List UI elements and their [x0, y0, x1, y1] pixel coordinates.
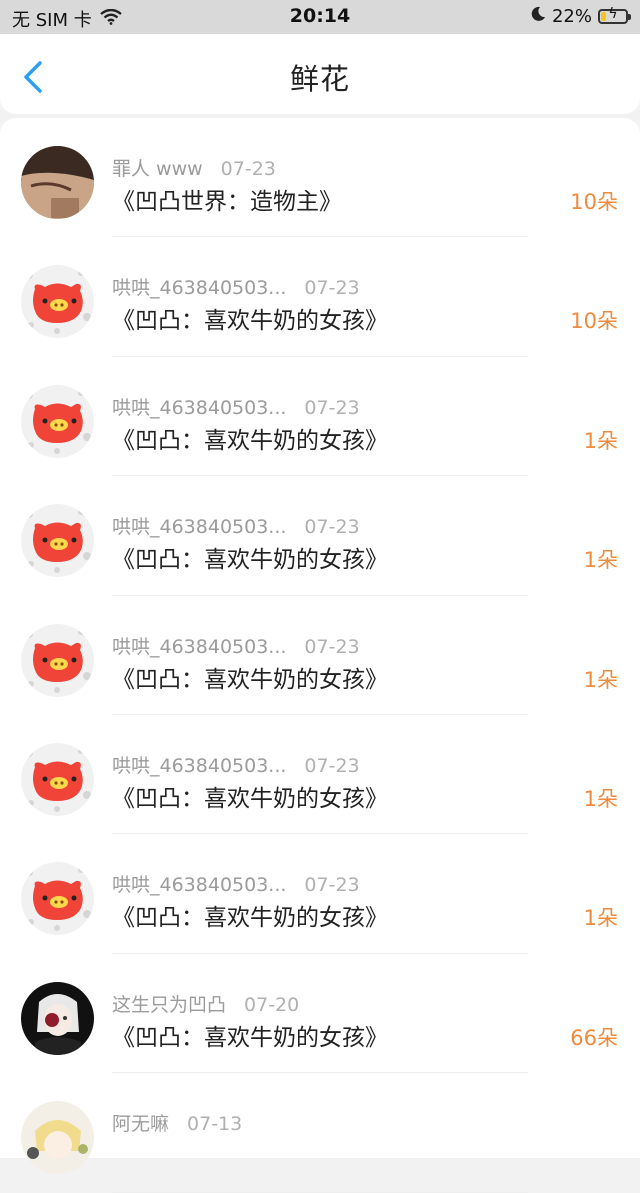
work-title: 《凹凸：喜欢牛奶的女孩》: [112, 785, 388, 812]
username: 哄哄_463840503...: [112, 635, 287, 658]
flower-count: 1朵: [583, 548, 618, 573]
moon-icon: [530, 6, 546, 27]
list-item[interactable]: 阿无嘛 07-13: [0, 1073, 640, 1193]
flower-count: 1朵: [583, 906, 618, 931]
meta-line: 哄哄_463840503... 07-23: [112, 751, 360, 778]
date: 07-23: [304, 516, 360, 539]
flower-count: 10朵: [570, 190, 618, 214]
meta-line: 阿无嘛 07-13: [112, 1109, 242, 1136]
flower-count: 1朵: [583, 667, 618, 692]
date: 07-23: [304, 754, 360, 777]
username: 哄哄_463840503...: [112, 396, 287, 419]
meta-line: 哄哄_463840503... 07-23: [112, 512, 360, 539]
flower-list: 罪人 www 07-23 《凹凸世界：造物主》 10朵 哄哄_463840503.…: [0, 118, 640, 1193]
meta-line: 哄哄_463840503... 07-23: [112, 870, 360, 897]
username: 哄哄_463840503...: [112, 754, 287, 777]
date: 07-13: [187, 1113, 243, 1136]
status-bar: 无 SIM 卡 20:14 22% ϟ: [0, 0, 640, 34]
username: 哄哄_463840503...: [112, 277, 287, 300]
date: 07-23: [304, 635, 360, 658]
meta-line: 哄哄_463840503... 07-23: [112, 273, 360, 300]
date: 07-23: [304, 396, 360, 419]
charging-bolt-icon: ϟ: [608, 6, 618, 22]
work-title: 《凹凸：喜欢牛奶的女孩》: [112, 547, 388, 574]
meta-line: 罪人 www 07-23: [112, 154, 276, 181]
avatar[interactable]: [21, 265, 94, 339]
meta-line: 哄哄_463840503... 07-23: [112, 393, 360, 420]
list-item[interactable]: 哄哄_463840503... 07-23 《凹凸：喜欢牛奶的女孩》 1朵: [0, 834, 640, 954]
work-title: 《凹凸：喜欢牛奶的女孩》: [112, 905, 388, 932]
date: 07-20: [244, 993, 300, 1016]
work-title: 《凹凸世界：造物主》: [112, 189, 342, 215]
nav-bar: 鲜花: [0, 34, 640, 114]
username: 罪人 www: [112, 158, 203, 180]
list-item[interactable]: 哄哄_463840503... 07-23 《凹凸：喜欢牛奶的女孩》 1朵: [0, 357, 640, 477]
work-title: 《凹凸：喜欢牛奶的女孩》: [112, 1024, 388, 1051]
avatar[interactable]: [21, 623, 94, 697]
flower-count: 10朵: [570, 309, 618, 334]
list-item[interactable]: 罪人 www 07-23 《凹凸世界：造物主》 10朵: [0, 118, 640, 238]
battery-percent: 22%: [551, 6, 592, 27]
list-item[interactable]: 哄哄_463840503... 07-23 《凹凸：喜欢牛奶的女孩》 1朵: [0, 596, 640, 715]
page-title: 鲜花: [289, 62, 350, 96]
username: 阿无嘛: [112, 1113, 170, 1136]
flower-count: 1朵: [583, 786, 618, 811]
work-title: 《凹凸：喜欢牛奶的女孩》: [112, 666, 388, 693]
list-item[interactable]: 哄哄_463840503... 07-23 《凹凸：喜欢牛奶的女孩》 1朵: [0, 715, 640, 835]
status-right: 22% ϟ: [530, 6, 631, 27]
list-item[interactable]: 哄哄_463840503... 07-23 《凹凸：喜欢牛奶的女孩》 10朵: [0, 237, 640, 357]
list-item[interactable]: 这生只为凹凸 07-20 《凹凸：喜欢牛奶的女孩》 66朵: [0, 954, 640, 1074]
date: 07-23: [220, 158, 276, 180]
meta-line: 这生只为凹凸 07-20: [112, 990, 299, 1017]
avatar[interactable]: [21, 862, 94, 936]
avatar[interactable]: [21, 742, 94, 816]
username: 这生只为凹凸: [112, 993, 227, 1016]
avatar[interactable]: [21, 504, 94, 578]
avatar[interactable]: [21, 146, 94, 219]
work-title: 《凹凸：喜欢牛奶的女孩》: [112, 308, 388, 335]
username: 哄哄_463840503...: [112, 874, 287, 897]
avatar[interactable]: [21, 981, 94, 1055]
username: 哄哄_463840503...: [112, 516, 287, 539]
date: 07-23: [304, 277, 360, 300]
flower-count: 1朵: [583, 428, 618, 453]
work-title: 《凹凸：喜欢牛奶的女孩》: [112, 427, 388, 454]
meta-line: 哄哄_463840503... 07-23: [112, 632, 360, 659]
divider: [112, 1191, 528, 1193]
list-item[interactable]: 哄哄_463840503... 07-23 《凹凸：喜欢牛奶的女孩》 1朵: [0, 476, 640, 596]
battery-icon: ϟ: [598, 6, 631, 24]
date: 07-23: [304, 874, 360, 897]
avatar[interactable]: [21, 384, 94, 458]
flower-count: 66朵: [570, 1025, 618, 1050]
